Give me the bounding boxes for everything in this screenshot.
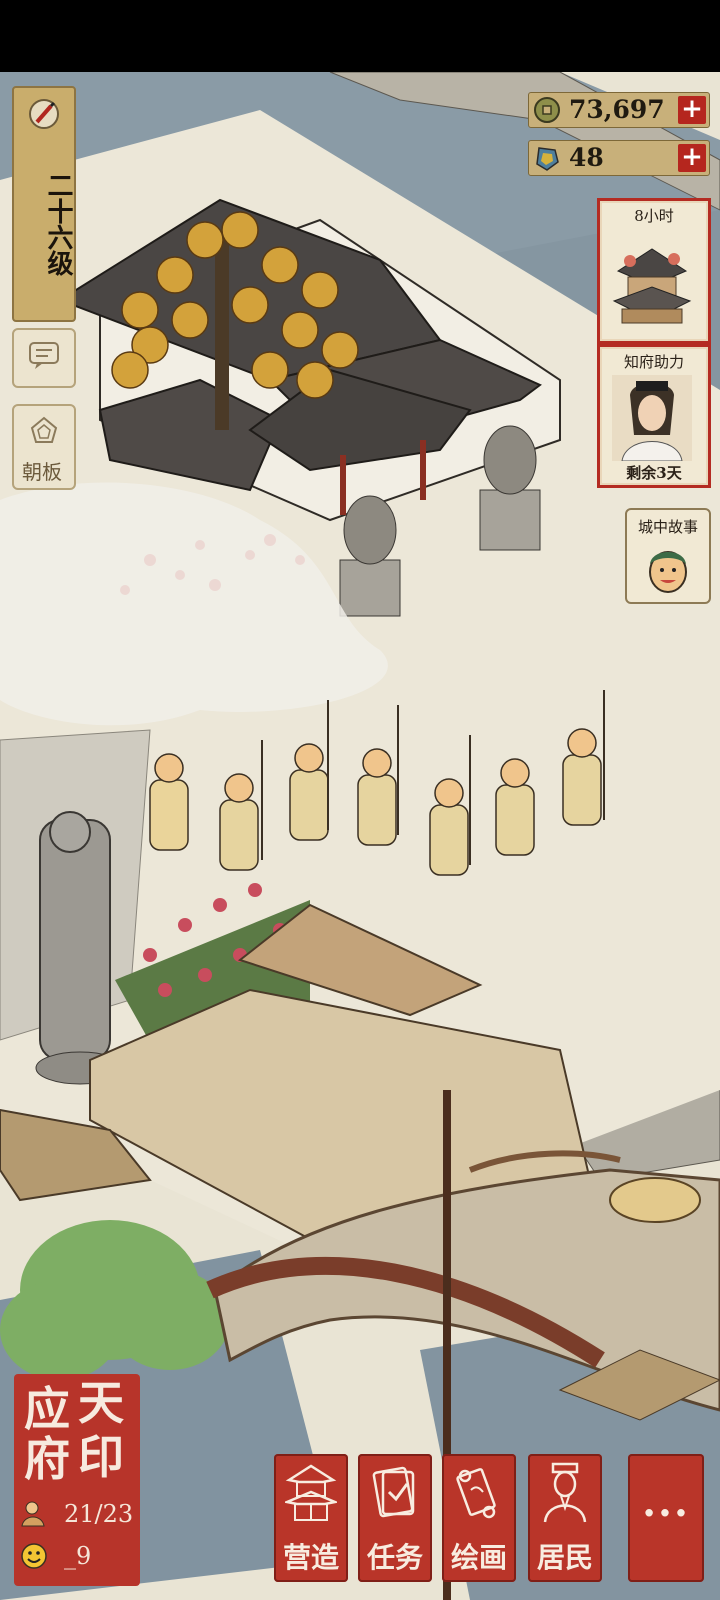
prefect-portrait-icon: [612, 375, 692, 461]
add-gem-button[interactable]: +: [678, 144, 706, 172]
build-timer-text: 8小时: [634, 207, 674, 225]
seal-char-3: 府: [24, 1432, 70, 1486]
jade-gem-value: 48: [569, 143, 604, 172]
level-banner[interactable]: 二十六级: [12, 86, 76, 322]
pavilion-icon: [285, 1464, 337, 1521]
prefect-helper-remaining: 剩余3天: [626, 464, 682, 482]
seal-char-4: 印: [78, 1430, 124, 1484]
residents-label: 居民: [536, 1541, 593, 1574]
court-board-icon: [30, 416, 58, 443]
build-label: 营造: [282, 1541, 339, 1574]
more-button[interactable]: ···: [628, 1454, 704, 1582]
seal-char-1: 应: [24, 1382, 70, 1436]
happiness-row: _9: [20, 1538, 138, 1574]
smiley-icon: [21, 1543, 47, 1569]
add-coin-button[interactable]: +: [678, 96, 706, 124]
seal-char-2: 天: [78, 1376, 124, 1430]
level-text: 二十六级: [43, 172, 73, 276]
pavilion-building-icon: [612, 248, 692, 324]
jade-gem-counter[interactable]: 48 +: [528, 140, 710, 176]
resident-icon: [21, 1501, 45, 1527]
jade-gem-icon: [536, 147, 559, 171]
court-board-label: 朝板: [22, 460, 62, 484]
status-bar: [0, 0, 720, 72]
city-seal-panel[interactable]: 应 天 府 印 21/23 _9: [14, 1374, 140, 1586]
prefect-helper-title: 知府助力: [623, 353, 684, 371]
resident-portrait-icon: [543, 1462, 587, 1523]
population-row: 21/23: [20, 1496, 138, 1532]
painting-label: 绘画: [450, 1541, 507, 1574]
copper-coin-icon: [534, 97, 560, 123]
more-label: ···: [642, 1490, 690, 1537]
build-button[interactable]: 营造: [274, 1454, 348, 1582]
happiness-value: _9: [64, 1542, 92, 1570]
build-timer-panel[interactable]: 8小时: [597, 198, 711, 344]
chat-button[interactable]: [12, 328, 76, 388]
population-value: 21/23: [64, 1500, 134, 1528]
prefect-helper-panel[interactable]: 知府助力 剩余3天: [597, 344, 711, 488]
villager-face-icon: [649, 551, 687, 593]
residents-button[interactable]: 居民: [528, 1454, 602, 1582]
copper-coin-value: 73,697: [569, 95, 665, 124]
brush-icon: [29, 99, 59, 129]
copper-coin-counter[interactable]: 73,697 +: [528, 92, 710, 128]
tasks-label: 任务: [366, 1541, 423, 1574]
chat-bubble-icon: [29, 342, 59, 369]
city-seal: 应 天 府 印: [18, 1378, 136, 1492]
city-story-title: 城中故事: [637, 518, 698, 536]
scroll-book-icon: [372, 1466, 415, 1518]
tasks-button[interactable]: 任务: [358, 1454, 432, 1582]
painting-button[interactable]: 绘画: [442, 1454, 516, 1582]
painting-scroll-icon: [456, 1468, 496, 1519]
game-screen: 二十六级 朝板 73,697 + 48 + 8小时 知府助力 剩余3天 城中故事…: [0, 0, 720, 1600]
city-story-button[interactable]: 城中故事: [625, 508, 711, 604]
